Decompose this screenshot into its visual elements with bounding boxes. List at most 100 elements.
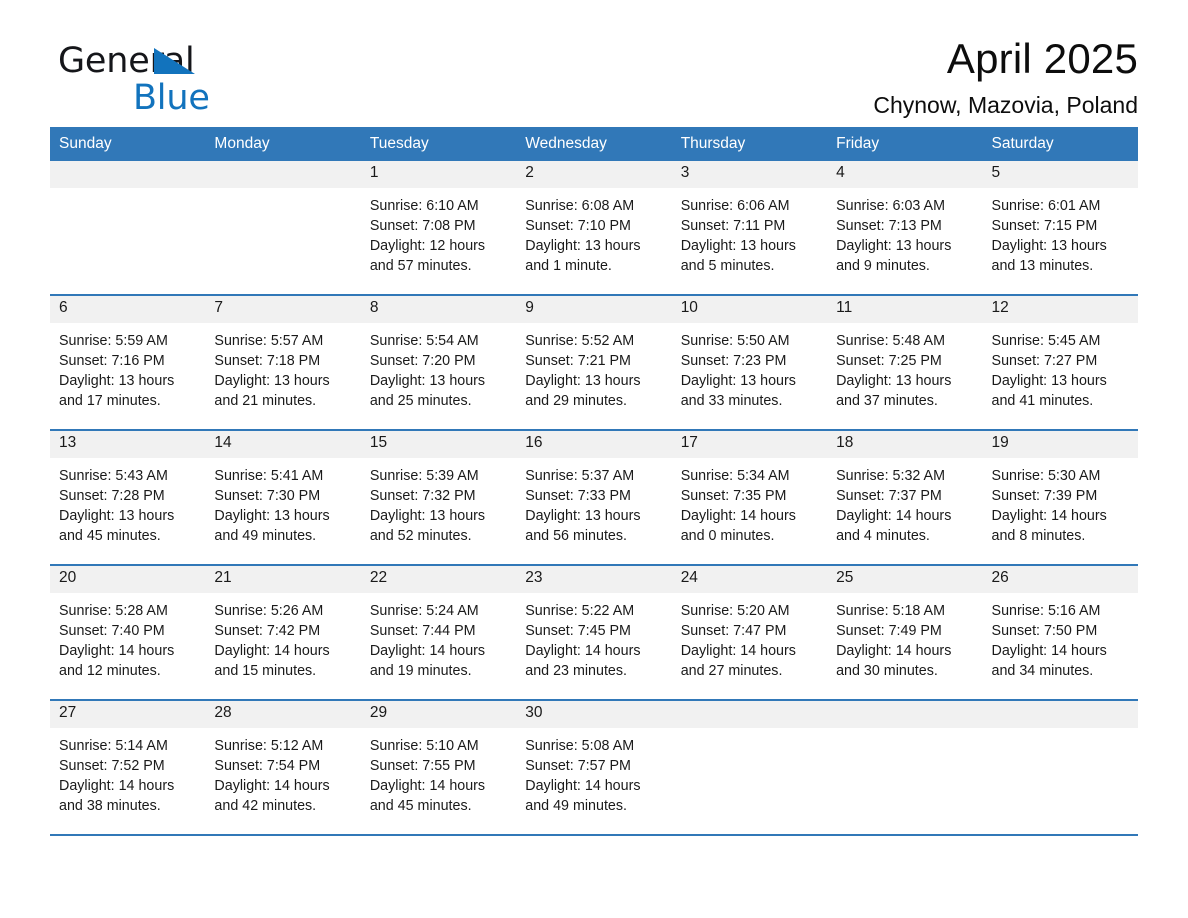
daylight-text-line2: and 15 minutes. [214,663,317,679]
day-cell[interactable]: 26 Sunrise: 5:16 AM Sunset: 7:50 PM Dayl… [982,564,1138,700]
day-cell[interactable]: 11 Sunrise: 5:48 AM Sunset: 7:25 PM Dayl… [827,294,983,430]
sunrise-text: Sunrise: 5:20 AM [680,603,790,619]
day-cell[interactable]: 7 Sunrise: 5:57 AM Sunset: 7:18 PM Dayli… [205,294,361,430]
day-number: 2 [516,161,672,188]
day-cell[interactable]: 2 Sunrise: 6:08 AM Sunset: 7:10 PM Dayli… [516,161,672,295]
day-number: 21 [205,566,361,593]
daylight-text-line2: and 34 minutes. [991,663,1094,679]
day-cell[interactable]: 14 Sunrise: 5:41 AM Sunset: 7:30 PM Dayl… [205,429,361,565]
daylight-text-line1: Daylight: 14 hours [680,643,796,659]
sunset-text: Sunset: 7:47 PM [680,623,787,639]
day-number: 9 [516,296,672,323]
day-details: Sunrise: 5:43 AM Sunset: 7:28 PM Dayligh… [50,458,205,546]
day-cell[interactable]: 17 Sunrise: 5:34 AM Sunset: 7:35 PM Dayl… [671,429,828,565]
day-cell[interactable]: 27 Sunrise: 5:14 AM Sunset: 7:52 PM Dayl… [50,699,206,836]
sunset-text: Sunset: 7:32 PM [369,488,476,504]
sunrise-text: Sunrise: 6:08 AM [525,198,635,214]
day-number: 26 [982,566,1138,593]
day-cell[interactable]: 30 Sunrise: 5:08 AM Sunset: 7:57 PM Dayl… [516,699,672,836]
day-cell[interactable]: 6 Sunrise: 5:59 AM Sunset: 7:16 PM Dayli… [50,294,206,430]
daylight-text-line1: Daylight: 13 hours [991,238,1107,254]
day-cell[interactable]: 9 Sunrise: 5:52 AM Sunset: 7:21 PM Dayli… [516,294,672,430]
day-cell-empty [205,161,361,295]
sunrise-text: Sunrise: 5:50 AM [680,333,790,349]
daylight-text-line2: and 33 minutes. [680,393,783,409]
daylight-text-line1: Daylight: 13 hours [836,238,952,254]
sunset-text: Sunset: 7:23 PM [680,353,787,369]
sunrise-text: Sunrise: 5:28 AM [59,603,168,619]
daylight-text-line2: and 25 minutes. [369,393,472,409]
day-cell[interactable]: 3 Sunrise: 6:06 AM Sunset: 7:11 PM Dayli… [671,161,828,295]
sunrise-text: Sunrise: 5:22 AM [525,603,635,619]
daylight-text-line1: Daylight: 14 hours [836,508,952,524]
day-cell[interactable]: 13 Sunrise: 5:43 AM Sunset: 7:28 PM Dayl… [50,429,206,565]
day-cell[interactable]: 12 Sunrise: 5:45 AM Sunset: 7:27 PM Dayl… [982,294,1138,430]
daylight-text-line2: and 21 minutes. [214,393,317,409]
daylight-text-line2: and 9 minutes. [836,258,930,274]
general-blue-logo[interactable]: General Blue [58,44,358,120]
sunset-text: Sunset: 7:20 PM [369,353,476,369]
weekday-header-tuesday: Tuesday [360,127,517,161]
day-cell[interactable]: 22 Sunrise: 5:24 AM Sunset: 7:44 PM Dayl… [360,564,517,700]
sunset-text: Sunset: 7:10 PM [525,218,631,234]
day-cell[interactable]: 16 Sunrise: 5:37 AM Sunset: 7:33 PM Dayl… [516,429,672,565]
day-details: Sunrise: 5:48 AM Sunset: 7:25 PM Dayligh… [827,323,982,411]
day-details: Sunrise: 5:54 AM Sunset: 7:20 PM Dayligh… [361,323,516,411]
daylight-text-line2: and 30 minutes. [836,663,938,679]
daylight-text-line1: Daylight: 13 hours [214,373,330,389]
sunrise-text: Sunrise: 5:26 AM [214,603,324,619]
daylight-text-line1: Daylight: 14 hours [991,643,1107,659]
sunset-text: Sunset: 7:11 PM [680,218,786,234]
daylight-text-line2: and 49 minutes. [525,798,627,814]
day-cell[interactable]: 18 Sunrise: 5:32 AM Sunset: 7:37 PM Dayl… [827,429,983,565]
daylight-text-line2: and 45 minutes. [369,798,472,814]
daylight-text-line2: and 56 minutes. [525,528,627,544]
day-cell[interactable]: 21 Sunrise: 5:26 AM Sunset: 7:42 PM Dayl… [205,564,361,700]
day-number: 8 [360,296,517,323]
day-number [982,701,1138,728]
daylight-text-line1: Daylight: 14 hours [525,643,641,659]
sunset-text: Sunset: 7:08 PM [369,218,476,234]
day-number: 15 [360,431,517,458]
logo-text-blue: Blue [133,78,210,118]
daylight-text-line2: and 23 minutes. [525,663,627,679]
day-details: Sunrise: 5:08 AM Sunset: 7:57 PM Dayligh… [516,728,671,816]
sunset-text: Sunset: 7:15 PM [991,218,1098,234]
day-cell-empty [827,699,983,836]
day-details: Sunrise: 5:16 AM Sunset: 7:50 PM Dayligh… [983,593,1138,681]
day-number: 3 [671,161,828,188]
daylight-text-line2: and 57 minutes. [369,258,472,274]
sunrise-text: Sunrise: 5:10 AM [369,738,479,754]
daylight-text-line2: and 8 minutes. [991,528,1086,544]
day-cell[interactable]: 15 Sunrise: 5:39 AM Sunset: 7:32 PM Dayl… [360,429,517,565]
day-details: Sunrise: 5:52 AM Sunset: 7:21 PM Dayligh… [516,323,671,411]
sunset-text: Sunset: 7:33 PM [525,488,631,504]
day-cell[interactable]: 24 Sunrise: 5:20 AM Sunset: 7:47 PM Dayl… [671,564,828,700]
daylight-text-line2: and 49 minutes. [214,528,317,544]
daylight-text-line1: Daylight: 14 hours [525,778,641,794]
day-details: Sunrise: 5:22 AM Sunset: 7:45 PM Dayligh… [516,593,671,681]
day-number: 22 [360,566,517,593]
day-details: Sunrise: 5:14 AM Sunset: 7:52 PM Dayligh… [50,728,205,816]
daylight-text-line1: Daylight: 13 hours [680,238,796,254]
day-cell[interactable]: 29 Sunrise: 5:10 AM Sunset: 7:55 PM Dayl… [360,699,517,836]
day-cell[interactable]: 4 Sunrise: 6:03 AM Sunset: 7:13 PM Dayli… [827,161,983,295]
day-cell[interactable]: 28 Sunrise: 5:12 AM Sunset: 7:54 PM Dayl… [205,699,361,836]
daylight-text-line2: and 1 minute. [525,258,612,274]
sunset-text: Sunset: 7:27 PM [991,353,1098,369]
daylight-text-line1: Daylight: 14 hours [836,643,952,659]
day-cell[interactable]: 8 Sunrise: 5:54 AM Sunset: 7:20 PM Dayli… [360,294,517,430]
day-cell[interactable]: 20 Sunrise: 5:28 AM Sunset: 7:40 PM Dayl… [50,564,206,700]
week-row: 13 Sunrise: 5:43 AM Sunset: 7:28 PM Dayl… [50,429,1138,565]
day-cell[interactable]: 19 Sunrise: 5:30 AM Sunset: 7:39 PM Dayl… [982,429,1138,565]
sunrise-text: Sunrise: 6:06 AM [680,198,790,214]
sunrise-text: Sunrise: 5:45 AM [991,333,1101,349]
daylight-text-line1: Daylight: 14 hours [680,508,796,524]
day-cell[interactable]: 23 Sunrise: 5:22 AM Sunset: 7:45 PM Dayl… [516,564,672,700]
day-number [671,701,828,728]
day-details: Sunrise: 5:24 AM Sunset: 7:44 PM Dayligh… [361,593,516,681]
day-cell[interactable]: 5 Sunrise: 6:01 AM Sunset: 7:15 PM Dayli… [982,161,1138,295]
day-cell[interactable]: 25 Sunrise: 5:18 AM Sunset: 7:49 PM Dayl… [827,564,983,700]
day-cell[interactable]: 1 Sunrise: 6:10 AM Sunset: 7:08 PM Dayli… [360,161,517,295]
day-cell[interactable]: 10 Sunrise: 5:50 AM Sunset: 7:23 PM Dayl… [671,294,828,430]
